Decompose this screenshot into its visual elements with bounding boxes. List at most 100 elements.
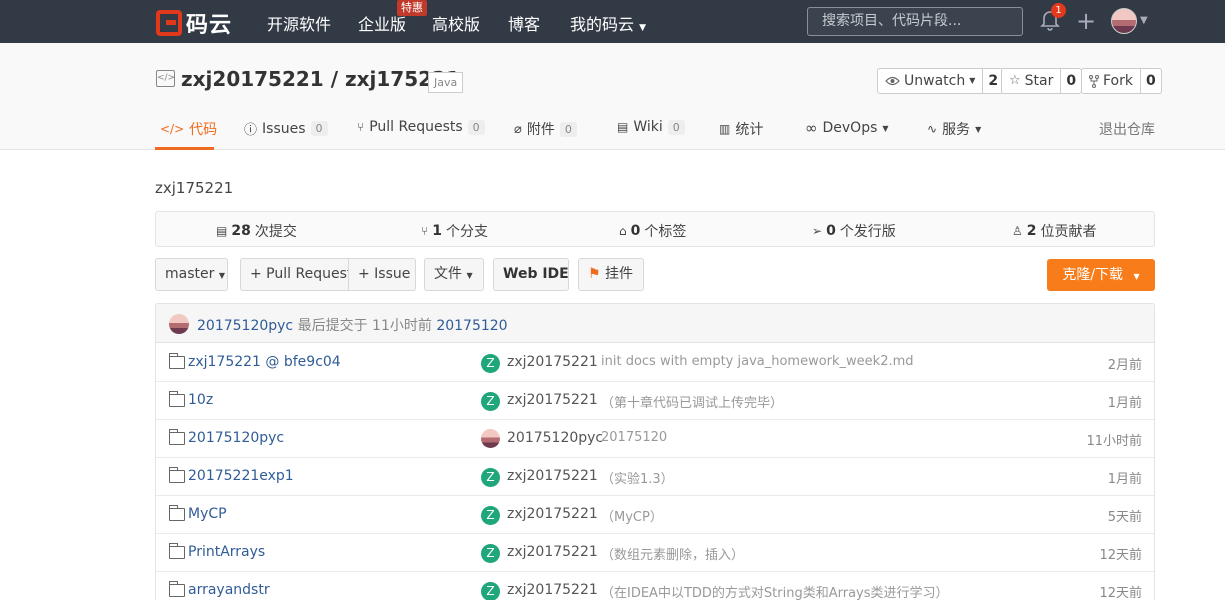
commit-author[interactable]: zxj20175221 <box>507 582 598 598</box>
commit-message[interactable]: （第十章代码已调试上传完毕） <box>601 392 783 411</box>
branches-stat[interactable]: ⑂ 1 个分支 <box>421 221 488 241</box>
table-row[interactable]: MyCP Z zxj20175221 （MyCP） 5天前 <box>156 496 1154 534</box>
tab-devops-label: DevOps <box>822 120 878 136</box>
tab-attachments-label: 附件 <box>526 122 555 138</box>
tab-attachments[interactable]: ⌀ 附件 0 <box>514 119 577 139</box>
tab-issues[interactable]: ⓘ Issues 0 <box>244 119 328 138</box>
avatar[interactable] <box>1111 8 1137 34</box>
plus-icon[interactable]: + <box>1076 9 1096 33</box>
folder-icon <box>168 391 185 407</box>
tab-devops[interactable]: ∞ DevOps ▼ <box>805 119 889 137</box>
unwatch-label: Unwatch <box>904 73 966 89</box>
file-menu-button[interactable]: 文件 ▼ <box>424 258 484 291</box>
tab-stats[interactable]: ▥ 统计 <box>719 119 763 139</box>
watch-count[interactable]: 2 <box>982 69 1003 93</box>
chevron-down-icon: ▼ <box>1133 272 1140 281</box>
avatar[interactable] <box>481 429 500 448</box>
nav-university[interactable]: 高校版 <box>432 11 480 35</box>
avatar[interactable]: Z <box>481 582 500 600</box>
branch-select[interactable]: master ▼ <box>155 258 228 291</box>
commit-message[interactable]: 20175120 <box>601 430 667 445</box>
new-pull-request-button[interactable]: + Pull Request <box>240 258 352 291</box>
repo-description: zxj175221 <box>155 179 234 197</box>
tags-count: 0 <box>630 223 641 239</box>
new-issue-button[interactable]: + Issue <box>348 258 416 291</box>
chevron-down-icon[interactable]: ▼ <box>1140 15 1148 26</box>
star-count[interactable]: 0 <box>1060 69 1081 93</box>
avatar[interactable]: Z <box>481 544 500 563</box>
search-input[interactable]: 搜索项目、代码片段... <box>807 7 1023 36</box>
commit-message[interactable]: （实验1.3） <box>601 468 674 487</box>
star-button-group: ☆ Star 0 <box>1001 68 1083 94</box>
chevron-down-icon: ▼ <box>969 76 976 85</box>
file-name[interactable]: 10z <box>188 392 213 408</box>
file-name[interactable]: MyCP <box>188 506 227 522</box>
fork-button[interactable]: Fork <box>1082 69 1140 93</box>
tab-wiki[interactable]: ▤ Wiki 0 <box>617 119 685 135</box>
repo-owner-link[interactable]: zxj20175221 <box>181 67 324 91</box>
table-row[interactable]: arrayandstr Z zxj20175221 （在IDEA中以TDD的方式… <box>156 572 1154 600</box>
commit-message[interactable]: （MyCP） <box>601 506 663 525</box>
release-icon: ➢ <box>812 224 823 238</box>
commits-stat[interactable]: ▤ 28 次提交 <box>216 221 297 241</box>
nav-blog[interactable]: 博客 <box>508 11 540 35</box>
commit-author[interactable]: zxj20175221 <box>507 468 598 484</box>
avatar[interactable]: Z <box>481 392 500 411</box>
commit-author[interactable]: 20175120pyc <box>507 430 603 446</box>
file-name[interactable]: 20175120pyc <box>188 430 284 446</box>
star-button[interactable]: ☆ Star <box>1002 69 1060 93</box>
info-icon: ⓘ <box>244 123 258 138</box>
tab-services[interactable]: ∿ 服务 ▼ <box>927 119 981 139</box>
last-commit-author[interactable]: 20175120pyc <box>197 318 293 334</box>
bar-chart-icon: ▥ <box>719 122 731 136</box>
commit-message[interactable]: （在IDEA中以TDD的方式对String类和Arrays类进行学习） <box>601 582 949 600</box>
bookmark-icon: ⚑ <box>588 266 601 282</box>
commit-message[interactable]: （数组元素删除，插入） <box>601 544 744 563</box>
exit-repo-link[interactable]: 退出仓库 <box>1099 119 1155 139</box>
logo-text: 码云 <box>186 13 233 38</box>
web-ide-button[interactable]: Web IDE <box>493 258 569 291</box>
table-row[interactable]: PrintArrays Z zxj20175221 （数组元素删除，插入） 12… <box>156 534 1154 572</box>
commit-author[interactable]: zxj20175221 <box>507 392 598 408</box>
tab-pull-requests[interactable]: ⑂ Pull Requests 0 <box>357 119 485 135</box>
table-row[interactable]: 20175120pyc 20175120pyc 20175120 11小时前 <box>156 420 1154 458</box>
commit-author[interactable]: zxj20175221 <box>507 544 598 560</box>
last-commit-message[interactable]: 20175120 <box>436 318 507 334</box>
unwatch-button[interactable]: Unwatch ▼ <box>878 69 982 93</box>
table-row[interactable]: 10z Z zxj20175221 （第十章代码已调试上传完毕） 1月前 <box>156 382 1154 420</box>
commit-author[interactable]: zxj20175221 <box>507 506 598 522</box>
commit-author[interactable]: zxj20175221 <box>507 354 598 370</box>
chevron-down-icon: ▼ <box>466 271 473 280</box>
widget-button[interactable]: ⚑ 挂件 <box>578 258 644 291</box>
avatar[interactable]: Z <box>481 354 500 373</box>
chevron-down-icon: ▼ <box>639 23 647 33</box>
file-name[interactable]: PrintArrays <box>188 544 265 560</box>
file-name[interactable]: zxj175221 @ bfe9c04 <box>188 354 341 370</box>
folder-icon <box>168 581 185 597</box>
tab-attachments-count: 0 <box>559 121 577 137</box>
language-tag[interactable]: Java <box>428 72 464 93</box>
contributors-stat[interactable]: ♙ 2 位贡献者 <box>1012 221 1097 241</box>
commit-message[interactable]: init docs with empty java_homework_week2… <box>601 354 914 369</box>
clone-download-button[interactable]: 克隆/下载 ▼ <box>1047 259 1155 291</box>
avatar[interactable]: Z <box>481 468 500 487</box>
file-name[interactable]: arrayandstr <box>188 582 270 598</box>
nav-open-source[interactable]: 开源软件 <box>267 11 331 35</box>
commit-time: 2月前 <box>1107 358 1142 373</box>
table-row[interactable]: zxj175221 @ bfe9c04 Z zxj20175221 init d… <box>156 344 1154 382</box>
releases-stat[interactable]: ➢ 0 个发行版 <box>812 221 896 241</box>
table-row[interactable]: 20175221exp1 Z zxj20175221 （实验1.3） 1月前 <box>156 458 1154 496</box>
file-name[interactable]: 20175221exp1 <box>188 468 294 484</box>
tab-code[interactable]: </> 代码 <box>160 119 217 139</box>
nav-my-gitee[interactable]: 我的码云 ▼ <box>570 11 646 35</box>
avatar[interactable] <box>169 314 189 334</box>
releases-label: 个发行版 <box>839 224 896 240</box>
commit-time: 12天前 <box>1099 586 1142 600</box>
fork-count[interactable]: 0 <box>1139 69 1161 93</box>
logo[interactable]: 码云 <box>156 7 232 39</box>
star-label: Star <box>1024 73 1054 89</box>
avatar[interactable]: Z <box>481 506 500 525</box>
tab-pull-requests-label: Pull Requests <box>369 119 463 135</box>
folder-icon <box>168 543 185 559</box>
tags-stat[interactable]: ⌂ 0 个标签 <box>619 221 686 241</box>
